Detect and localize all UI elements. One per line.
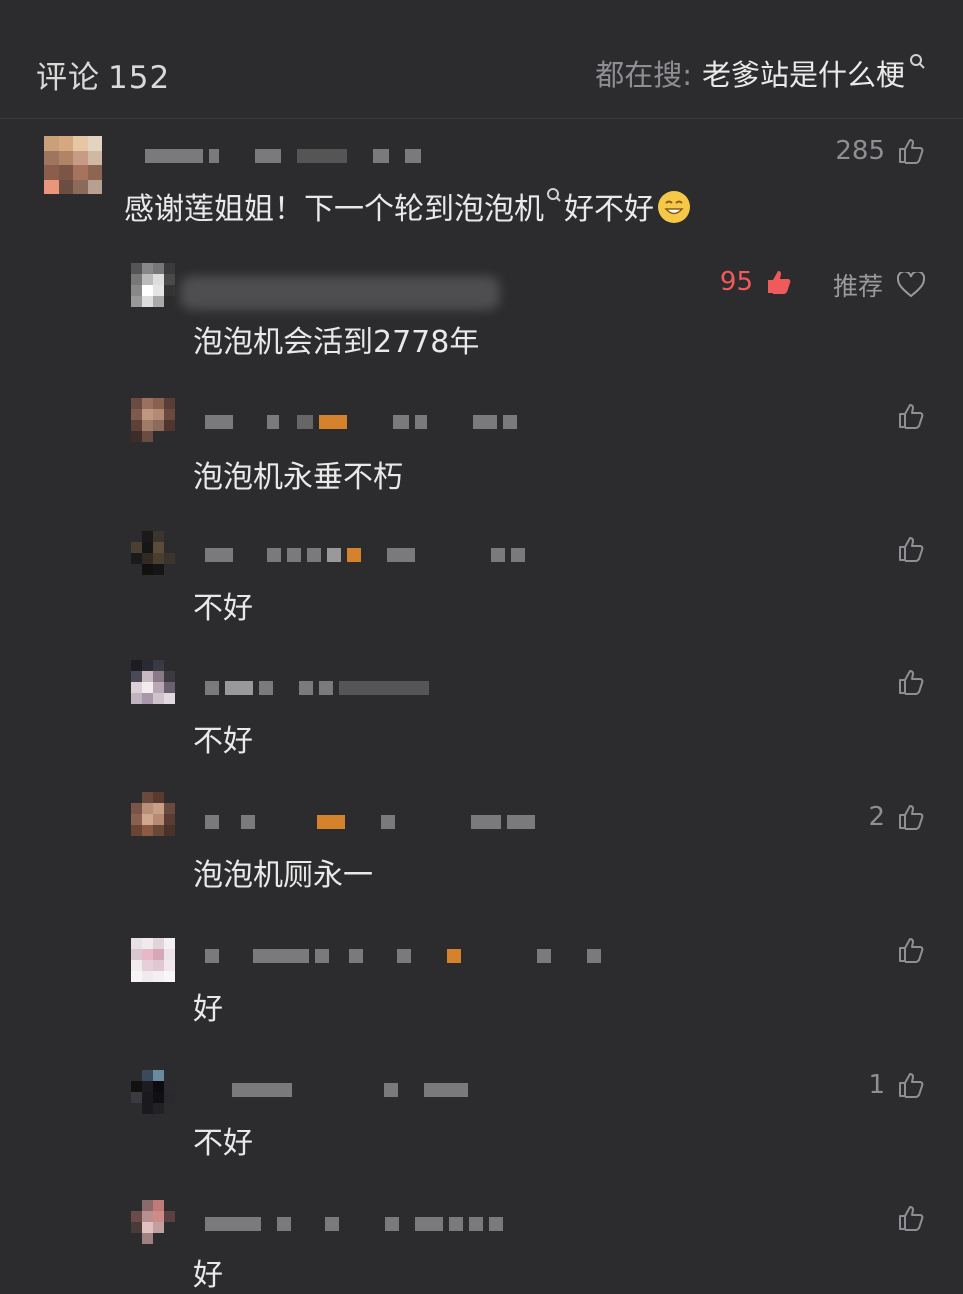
thumbs-up-icon xyxy=(899,404,924,429)
username-redacted[interactable] xyxy=(232,1082,474,1098)
smile-emoji-icon xyxy=(658,191,690,223)
avatar[interactable] xyxy=(131,1070,175,1114)
comment-text: 好 xyxy=(193,1258,223,1293)
thumbs-up-icon xyxy=(899,938,924,963)
like-button[interactable] xyxy=(897,535,925,563)
reply-item: 泡泡机永垂不朽 xyxy=(0,390,963,510)
search-icon xyxy=(910,54,925,69)
avatar[interactable] xyxy=(131,263,175,307)
comment-text-part: 好不好 xyxy=(564,192,654,227)
reply-item: 2 泡泡机厕永一 xyxy=(0,790,963,910)
comment-item: 285 感谢莲姐姐！下一个轮到泡泡机 好不好 xyxy=(0,120,963,250)
reply-item: 不好 xyxy=(0,523,963,643)
reply-item: 不好 xyxy=(0,656,963,776)
thumbs-up-icon xyxy=(899,139,924,164)
like-count: 285 xyxy=(835,136,885,166)
comments-header: 评论 152 都在搜: 老爹站是什么梗 xyxy=(0,0,963,119)
comment-text: 泡泡机会活到2778年 xyxy=(193,325,480,360)
trending-search-query[interactable]: 老爹站是什么梗 xyxy=(702,52,905,94)
username-redacted[interactable] xyxy=(205,948,607,964)
recommend-button[interactable]: 推荐 xyxy=(833,267,925,303)
thumbs-up-icon xyxy=(768,271,791,294)
comment-text-part: 感谢莲姐姐！下一个轮到 xyxy=(124,192,454,227)
reply-item: 好 xyxy=(0,1192,963,1293)
comment-text: 不好 xyxy=(193,1126,253,1161)
thumbs-up-icon xyxy=(899,1073,924,1098)
avatar[interactable] xyxy=(131,938,175,982)
like-button[interactable]: 285 xyxy=(835,136,925,166)
thumbs-up-icon xyxy=(899,670,924,695)
avatar[interactable] xyxy=(44,136,102,194)
trending-search-label: 都在搜: xyxy=(595,58,692,92)
like-button[interactable]: 2 xyxy=(868,802,925,832)
avatar[interactable] xyxy=(131,398,175,442)
thumbs-up-icon xyxy=(899,805,924,830)
reply-item: 1 不好 xyxy=(0,1058,963,1178)
username-redacted[interactable] xyxy=(205,814,541,830)
like-button[interactable]: 1 xyxy=(868,1070,925,1100)
username-redacted[interactable] xyxy=(205,547,531,563)
like-button[interactable] xyxy=(897,1204,925,1232)
like-count: 2 xyxy=(868,802,885,832)
thumbs-up-icon xyxy=(899,537,924,562)
comments-title: 评论 152 xyxy=(36,52,170,97)
comment-text: 不好 xyxy=(193,591,253,626)
thumbs-up-icon xyxy=(899,1206,924,1231)
username-redacted[interactable] xyxy=(205,1216,509,1232)
search-icon xyxy=(547,188,561,202)
comment-text: 好 xyxy=(193,992,223,1027)
username-redacted[interactable] xyxy=(205,414,523,430)
username-redacted[interactable] xyxy=(145,148,427,164)
recommend-label: 推荐 xyxy=(832,272,883,301)
like-count: 95 xyxy=(719,267,753,297)
like-button[interactable]: 95 xyxy=(720,267,793,297)
avatar[interactable] xyxy=(131,531,175,575)
reply-item: 好 xyxy=(0,924,963,1044)
like-button[interactable] xyxy=(897,936,925,964)
comments-count: 152 xyxy=(108,60,171,96)
heart-icon xyxy=(897,272,925,298)
reply-item: 95 推荐 泡泡机会活到2778年 xyxy=(0,255,963,375)
username-redacted[interactable] xyxy=(180,273,506,313)
avatar[interactable] xyxy=(131,1200,175,1244)
comment-text: 泡泡机厕永一 xyxy=(193,858,373,893)
like-count: 1 xyxy=(868,1070,885,1100)
comments-title-label: 评论 xyxy=(36,60,100,96)
comment-text: 不好 xyxy=(193,724,253,759)
trending-search[interactable]: 都在搜: 老爹站是什么梗 xyxy=(595,52,925,94)
like-button[interactable] xyxy=(897,402,925,430)
search-link[interactable]: 泡泡机 xyxy=(454,192,544,227)
avatar[interactable] xyxy=(131,792,175,836)
username-redacted[interactable] xyxy=(205,680,435,696)
avatar[interactable] xyxy=(131,660,175,704)
comment-text: 感谢莲姐姐！下一个轮到泡泡机 好不好 xyxy=(124,184,692,228)
comment-text: 泡泡机永垂不朽 xyxy=(193,460,403,495)
like-button[interactable] xyxy=(897,668,925,696)
